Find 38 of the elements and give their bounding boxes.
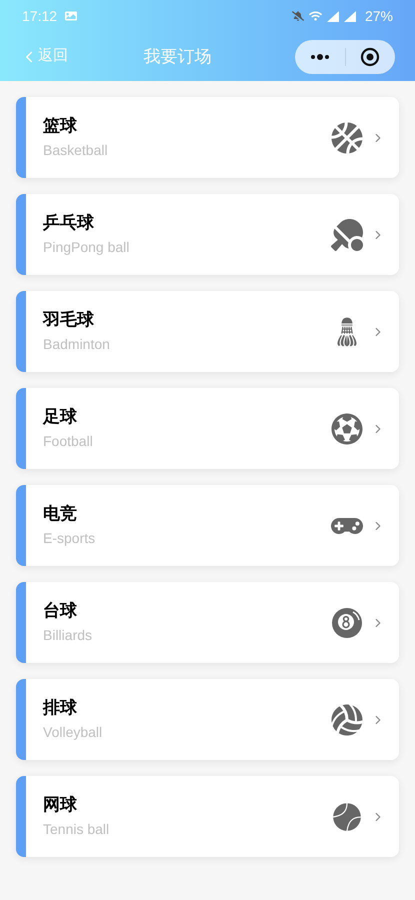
paddle-icon: [331, 218, 363, 250]
target-icon: [360, 46, 380, 66]
sport-name: 乒乓球: [43, 212, 95, 234]
sport-english-name: Billiards: [43, 626, 92, 644]
sport-english-name: Basketball: [43, 140, 108, 160]
signal-icon: [326, 10, 339, 22]
sport-card[interactable]: 电竞 E-sports: [16, 485, 399, 566]
eight-ball-icon: [331, 606, 363, 638]
sport-name: 羽毛球: [43, 308, 95, 330]
volleyball-icon: [331, 704, 363, 736]
sport-english-name: Volleyball: [43, 722, 102, 742]
sport-card[interactable]: 排球 Volleyball: [16, 679, 399, 760]
page-title: 我要订场: [142, 46, 212, 68]
sport-english-name: E-sports: [43, 528, 96, 548]
basketball-icon: [331, 122, 363, 154]
sport-name: 台球: [43, 600, 78, 622]
sport-card[interactable]: 足球 Football: [16, 388, 399, 469]
sport-english-name: Football: [43, 432, 93, 450]
sport-card[interactable]: 台球 Billiards: [16, 582, 399, 663]
sport-name: 篮球: [43, 114, 78, 136]
wifi-icon: [308, 10, 322, 22]
sport-card[interactable]: 篮球 Basketball: [16, 97, 399, 178]
sport-english-name: PingPong ball: [43, 238, 130, 257]
sport-card[interactable]: 乒乓球 PingPong ball: [16, 194, 399, 275]
image-icon: [65, 10, 78, 22]
sport-card[interactable]: 羽毛球 Badminton: [16, 291, 399, 372]
sport-english-name: Tennis ball: [43, 820, 110, 838]
sport-card[interactable]: 网球 Tennis ball: [16, 776, 399, 857]
sport-name: 排球: [43, 696, 78, 718]
sport-name: 足球: [43, 406, 78, 428]
sport-english-name: Badminton: [43, 334, 110, 354]
signal-icon: [344, 10, 356, 22]
battery-level: 27%: [364, 6, 393, 26]
status-time: 17:12: [22, 6, 58, 26]
bell-off-icon: [292, 10, 304, 22]
sport-name: 电竞: [43, 502, 78, 524]
sport-name: 网球: [43, 794, 78, 816]
more-icon: [310, 54, 330, 60]
